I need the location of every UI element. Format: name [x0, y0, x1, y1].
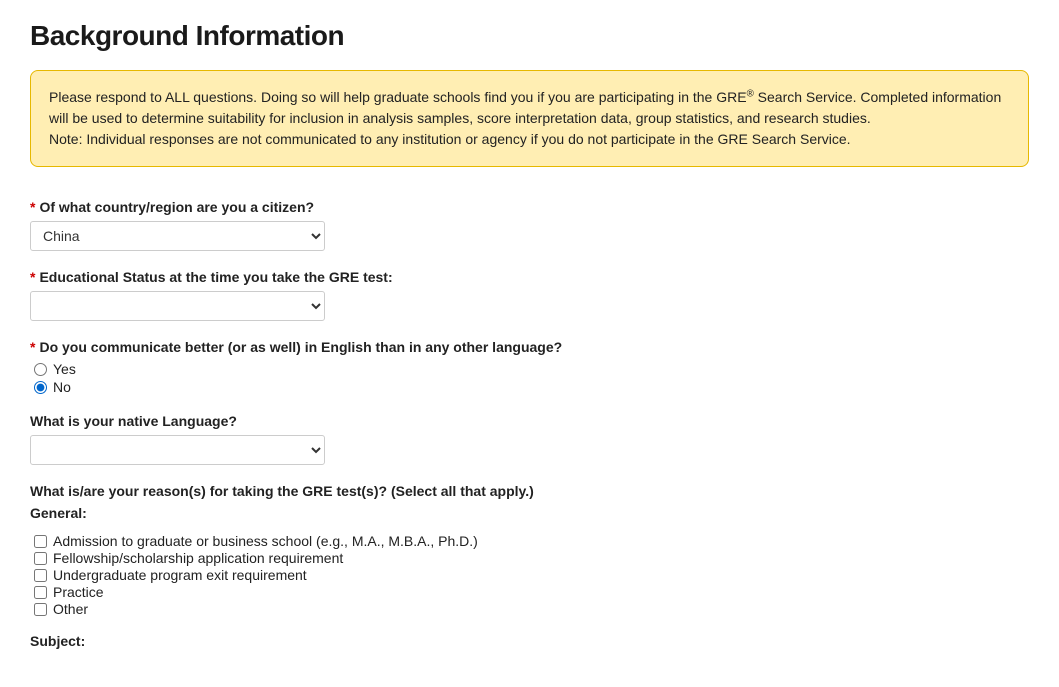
- required-indicator: *: [30, 199, 35, 215]
- reasons-label: What is/are your reason(s) for taking th…: [30, 483, 1029, 499]
- reason-row: Undergraduate program exit requirement: [34, 567, 1029, 583]
- info-banner: Please respond to ALL questions. Doing s…: [30, 70, 1029, 167]
- native-lang-label-text: What is your native Language?: [30, 413, 237, 429]
- english-comm-label-text: Do you communicate better (or as well) i…: [39, 339, 562, 355]
- reason-label: Practice: [53, 584, 104, 600]
- reason-label: Admission to graduate or business school…: [53, 533, 478, 549]
- edu-status-label-text: Educational Status at the time you take …: [39, 269, 392, 285]
- english-no-label: No: [53, 379, 71, 395]
- english-no-radio[interactable]: [34, 381, 47, 394]
- english-comm-field-group: *Do you communicate better (or as well) …: [30, 339, 1029, 395]
- reason-checkbox-undergrad[interactable]: [34, 569, 47, 582]
- country-field-group: *Of what country/region are you a citize…: [30, 199, 1029, 251]
- reasons-general-sublabel: General:: [30, 505, 1029, 521]
- radio-row-yes: Yes: [34, 361, 1029, 377]
- info-text-pre: Please respond to ALL questions. Doing s…: [49, 89, 747, 105]
- info-line2: Note: Individual responses are not commu…: [49, 129, 1010, 150]
- english-yes-label: Yes: [53, 361, 76, 377]
- registered-mark: ®: [747, 88, 754, 99]
- native-lang-select[interactable]: [30, 435, 325, 465]
- reason-checkbox-practice[interactable]: [34, 586, 47, 599]
- reason-row: Fellowship/scholarship application requi…: [34, 550, 1029, 566]
- country-label: *Of what country/region are you a citize…: [30, 199, 1029, 215]
- english-comm-label: *Do you communicate better (or as well) …: [30, 339, 1029, 355]
- reason-row: Practice: [34, 584, 1029, 600]
- reasons-checkbox-group: Admission to graduate or business school…: [30, 533, 1029, 617]
- native-lang-label: What is your native Language?: [30, 413, 1029, 429]
- edu-status-select[interactable]: [30, 291, 325, 321]
- reason-label: Undergraduate program exit requirement: [53, 567, 307, 583]
- reasons-field-group: What is/are your reason(s) for taking th…: [30, 483, 1029, 649]
- reason-row: Admission to graduate or business school…: [34, 533, 1029, 549]
- country-label-text: Of what country/region are you a citizen…: [39, 199, 314, 215]
- required-indicator: *: [30, 339, 35, 355]
- radio-row-no: No: [34, 379, 1029, 395]
- reasons-subject-sublabel: Subject:: [30, 633, 1029, 649]
- reason-checkbox-fellowship[interactable]: [34, 552, 47, 565]
- reason-label: Fellowship/scholarship application requi…: [53, 550, 343, 566]
- reason-label: Other: [53, 601, 88, 617]
- edu-status-label: *Educational Status at the time you take…: [30, 269, 1029, 285]
- english-yes-radio[interactable]: [34, 363, 47, 376]
- country-select[interactable]: China: [30, 221, 325, 251]
- required-indicator: *: [30, 269, 35, 285]
- reason-checkbox-other[interactable]: [34, 603, 47, 616]
- reason-row: Other: [34, 601, 1029, 617]
- native-lang-field-group: What is your native Language?: [30, 413, 1029, 465]
- edu-status-field-group: *Educational Status at the time you take…: [30, 269, 1029, 321]
- info-line1: Please respond to ALL questions. Doing s…: [49, 87, 1010, 129]
- reason-checkbox-admission[interactable]: [34, 535, 47, 548]
- page-title: Background Information: [30, 20, 1029, 52]
